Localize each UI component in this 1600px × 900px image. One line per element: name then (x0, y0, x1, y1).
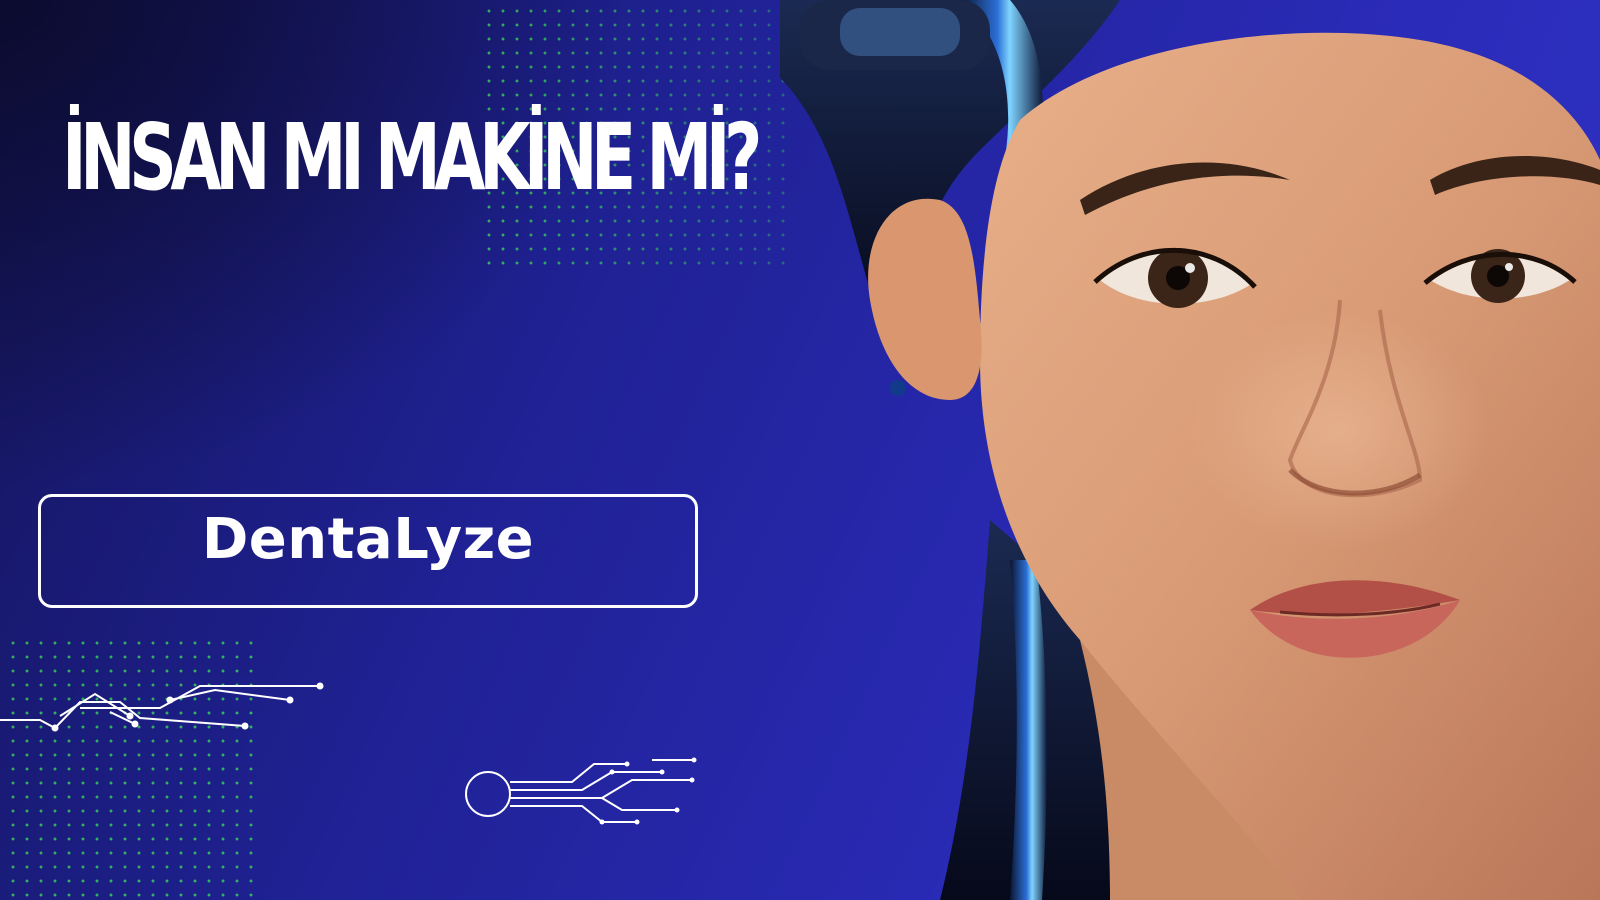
brand-name: DentaLyze (201, 507, 535, 572)
headline: İNSAN MI MAKİNE Mİ? (62, 104, 762, 211)
circuit-lines-icon (0, 682, 324, 732)
circuit-node-icon (465, 757, 697, 825)
brand-box: DentaLyze (38, 494, 698, 608)
cyborg-woman-portrait (780, 0, 1600, 900)
cyborg-portrait (780, 0, 1600, 900)
